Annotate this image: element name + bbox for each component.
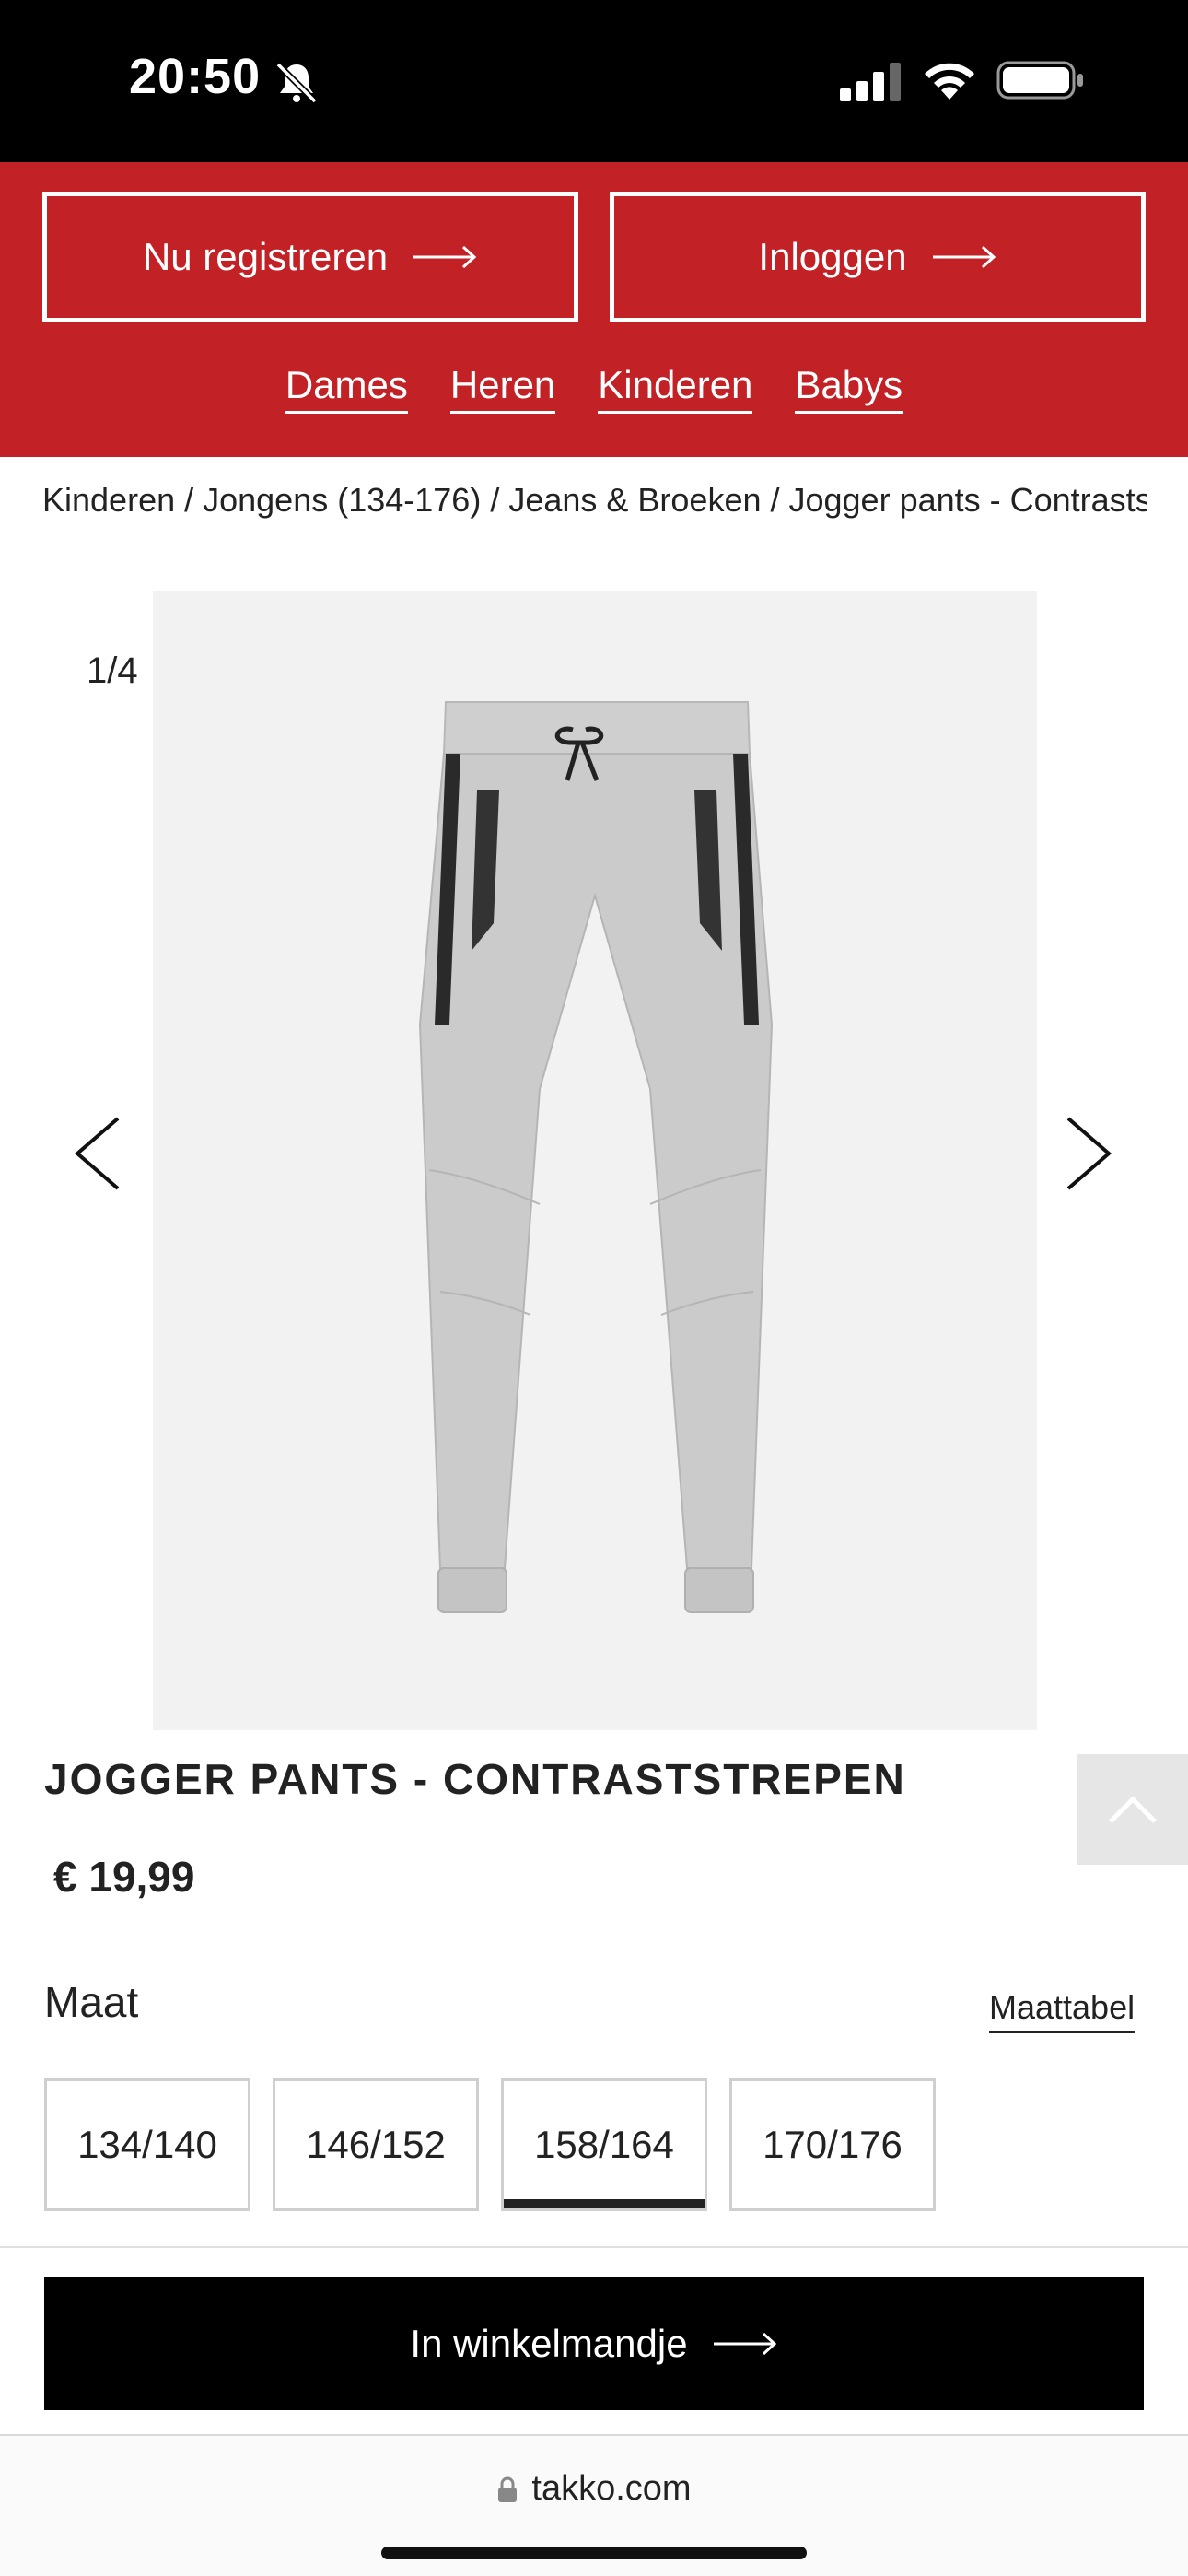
lock-icon bbox=[498, 2476, 518, 2502]
chevron-right-icon[interactable] bbox=[1063, 1115, 1114, 1192]
product-title: JOGGER PANTS - CONTRASTSTREPEN bbox=[44, 1755, 906, 1803]
breadcrumb[interactable]: Kinderen / Jongens (134-176) / Jeans & B… bbox=[42, 481, 1147, 520]
add-to-cart-bar: In winkelmandje bbox=[0, 2246, 1188, 2434]
battery-icon bbox=[996, 61, 1083, 100]
category-nav: Dames Heren Kinderen Babys bbox=[0, 363, 1188, 414]
arrow-right-icon bbox=[413, 245, 477, 269]
arrow-right-icon bbox=[932, 245, 996, 269]
url-display[interactable]: takko.com bbox=[0, 2469, 1188, 2509]
size-option-170-176[interactable]: 170/176 bbox=[729, 2078, 936, 2211]
chevron-left-icon[interactable] bbox=[72, 1115, 123, 1192]
product-image[interactable] bbox=[153, 591, 1037, 1730]
nav-item-kinderen[interactable]: Kinderen bbox=[598, 363, 753, 414]
size-option-146-152[interactable]: 146/152 bbox=[273, 2078, 479, 2211]
nav-item-dames[interactable]: Dames bbox=[285, 363, 408, 414]
arrow-right-icon bbox=[713, 2332, 776, 2356]
cellular-signal-icon bbox=[840, 63, 901, 101]
login-button[interactable]: Inloggen bbox=[610, 192, 1146, 322]
add-to-cart-button[interactable]: In winkelmandje bbox=[44, 2277, 1144, 2410]
register-button-label: Nu registreren bbox=[142, 235, 389, 278]
size-chart-link[interactable]: Maattabel bbox=[989, 1988, 1136, 2033]
chevron-up-icon bbox=[1109, 1796, 1157, 1823]
jogger-pants-image bbox=[153, 591, 1037, 1730]
size-option-158-164[interactable]: 158/164 bbox=[501, 2078, 707, 2211]
site-header: Nu registreren Inloggen Dames Heren Kind… bbox=[0, 162, 1188, 457]
url-text: takko.com bbox=[531, 2469, 692, 2508]
nav-item-heren[interactable]: Heren bbox=[449, 363, 556, 414]
status-time: 20:50 bbox=[129, 49, 262, 104]
scroll-to-top-button[interactable] bbox=[1077, 1754, 1188, 1865]
register-button[interactable]: Nu registreren bbox=[42, 192, 578, 322]
wifi-icon bbox=[925, 63, 974, 100]
home-indicator bbox=[381, 2547, 807, 2559]
add-to-cart-label: In winkelmandje bbox=[410, 2322, 688, 2365]
product-price: € 19,99 bbox=[53, 1853, 195, 1901]
size-options: 134/140 146/152 158/164 170/176 bbox=[44, 2078, 936, 2211]
login-button-label: Inloggen bbox=[758, 235, 907, 278]
status-bar: 20:50 bbox=[0, 0, 1188, 162]
size-option-134-140[interactable]: 134/140 bbox=[44, 2078, 250, 2211]
browser-url-bar[interactable]: takko.com bbox=[0, 2434, 1188, 2576]
image-counter: 1/4 bbox=[87, 650, 138, 691]
size-label: Maat bbox=[44, 1978, 139, 2026]
bell-muted-icon bbox=[275, 62, 318, 104]
nav-item-babys[interactable]: Babys bbox=[795, 363, 903, 414]
